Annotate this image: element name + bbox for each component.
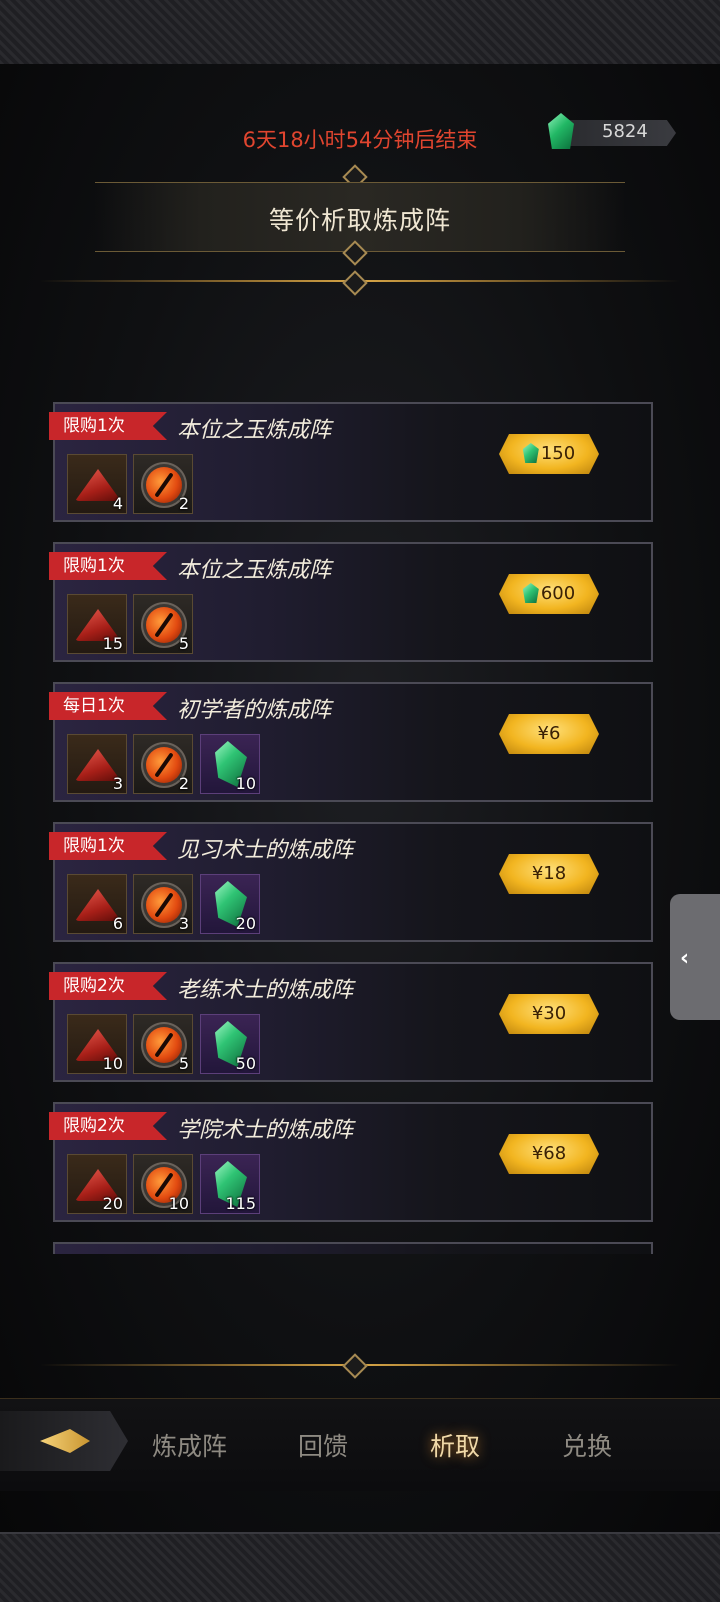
reward-item[interactable]: 6 <box>67 874 127 934</box>
item-count: 15 <box>102 634 123 653</box>
buy-button[interactable]: ¥68 <box>499 1134 599 1174</box>
buy-button[interactable]: ¥30 <box>499 994 599 1034</box>
offer-title: 学院术士的炼成阵 <box>177 1118 354 1143</box>
reward-item[interactable]: 50 <box>200 1014 260 1074</box>
item-count: 3 <box>178 914 189 933</box>
price-label: ¥68 <box>531 1143 567 1164</box>
offer-card[interactable]: 限购1次 本位之玉炼成阵 15 5 600 <box>49 542 653 662</box>
green-gem-icon <box>548 113 574 149</box>
offer-title: 老练术士的炼成阵 <box>177 978 354 1003</box>
bottom-frame <box>0 1532 720 1602</box>
item-count: 5 <box>178 1054 189 1073</box>
event-countdown: 6天18小时54分钟后结束 <box>242 128 478 152</box>
buy-button[interactable]: 600 <box>499 574 599 614</box>
eye-orb-icon <box>146 747 182 783</box>
item-count: 2 <box>178 774 189 793</box>
item-count: 2 <box>178 494 189 513</box>
reward-item[interactable]: 2 <box>133 734 193 794</box>
reward-item[interactable]: 2 <box>133 454 193 514</box>
top-frame <box>0 0 720 66</box>
price-label: 600 <box>540 583 576 604</box>
reward-item[interactable]: 20 <box>67 1154 127 1214</box>
limit-tag: 限购1次 <box>49 412 167 440</box>
price-label: ¥18 <box>531 863 567 884</box>
limit-tag: 每日1次 <box>49 692 167 720</box>
item-count: 10 <box>102 1054 123 1073</box>
item-count: 5 <box>178 634 189 653</box>
reward-item[interactable]: 10 <box>133 1154 193 1214</box>
green-gem-icon <box>522 443 539 463</box>
offer-title: 本位之玉炼成阵 <box>177 558 332 583</box>
reward-item[interactable]: 3 <box>133 874 193 934</box>
nav-tab-extract[interactable]: 析取 <box>430 1427 480 1463</box>
eye-orb-icon <box>146 467 182 503</box>
reward-item[interactable]: 115 <box>200 1154 260 1214</box>
limit-tag: 限购1次 <box>49 552 167 580</box>
reward-item[interactable]: 15 <box>67 594 127 654</box>
currency-amount: 5824 <box>602 121 648 142</box>
offer-title: 本位之玉炼成阵 <box>177 418 332 443</box>
green-gem-icon <box>522 583 539 603</box>
side-drawer-tab[interactable]: ‹ <box>670 894 720 1020</box>
nav-tab-array[interactable]: 炼成阵 <box>152 1427 227 1463</box>
limit-tag: 限购2次 <box>49 972 167 1000</box>
item-count: 20 <box>235 914 256 933</box>
price-label: 150 <box>540 443 576 464</box>
reward-item[interactable]: 5 <box>133 594 193 654</box>
bottom-nav: 炼成阵 回馈 析取 兑换 <box>0 1398 720 1491</box>
item-count: 10 <box>235 774 256 793</box>
offer-card[interactable]: 限购2次 学院术士的炼成阵 20 10 115 ¥68 <box>49 1102 653 1222</box>
chevron-left-icon: ‹ <box>680 946 690 971</box>
item-count: 4 <box>112 494 123 513</box>
offer-card[interactable]: 限购2次 老练术士的炼成阵 10 5 50 ¥30 <box>49 962 653 1082</box>
offer-title: 见习术士的炼成阵 <box>177 838 354 863</box>
home-button[interactable] <box>0 1411 128 1471</box>
item-count: 50 <box>235 1054 256 1073</box>
item-count: 3 <box>112 774 123 793</box>
page-title: 等价析取炼成阵 <box>268 206 451 235</box>
offer-card[interactable]: 限购1次 本位之玉炼成阵 4 2 150 <box>49 402 653 522</box>
reward-item[interactable]: 20 <box>200 874 260 934</box>
item-count: 115 <box>225 1194 256 1213</box>
item-count: 20 <box>102 1194 123 1213</box>
reward-item[interactable]: 10 <box>67 1014 127 1074</box>
nav-tab-feedback[interactable]: 回馈 <box>298 1427 348 1463</box>
title-banner: 等价析取炼成阵 <box>95 182 625 252</box>
price-label: ¥30 <box>531 1003 567 1024</box>
reward-item[interactable]: 5 <box>133 1014 193 1074</box>
limit-tag: 限购1次 <box>49 832 167 860</box>
reward-item[interactable]: 3 <box>67 734 127 794</box>
eye-orb-icon <box>146 607 182 643</box>
offer-title: 初学者的炼成阵 <box>177 698 332 723</box>
nav-tab-exchange[interactable]: 兑换 <box>562 1427 612 1463</box>
offer-card[interactable]: 限购1次 见习术士的炼成阵 6 3 20 ¥18 <box>49 822 653 942</box>
offer-card-partial[interactable] <box>53 1242 653 1254</box>
reward-item[interactable]: 4 <box>67 454 127 514</box>
item-count: 10 <box>168 1194 189 1213</box>
arrow-logo-icon <box>40 1429 90 1453</box>
item-count: 6 <box>112 914 123 933</box>
offer-card[interactable]: 每日1次 初学者的炼成阵 3 2 10 ¥6 <box>49 682 653 802</box>
buy-button[interactable]: ¥6 <box>499 714 599 754</box>
currency-display: 5824 <box>544 113 684 149</box>
limit-tag: 限购2次 <box>49 1112 167 1140</box>
buy-button[interactable]: ¥18 <box>499 854 599 894</box>
eye-orb-icon <box>146 1027 182 1063</box>
price-label: ¥6 <box>537 723 561 744</box>
reward-item[interactable]: 10 <box>200 734 260 794</box>
buy-button[interactable]: 150 <box>499 434 599 474</box>
eye-orb-icon <box>146 887 182 923</box>
